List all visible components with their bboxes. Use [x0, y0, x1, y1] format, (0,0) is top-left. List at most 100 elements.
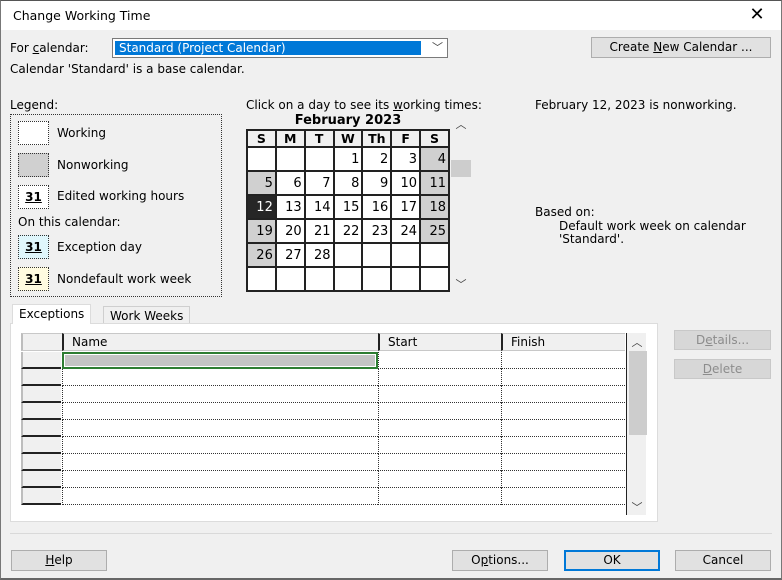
nondefault-week-swatch: 31 — [18, 267, 49, 291]
delete-button[interactable]: Delete — [674, 359, 771, 379]
cell-start[interactable] — [378, 454, 501, 471]
cell-finish[interactable] — [501, 386, 625, 403]
cell-name[interactable] — [62, 352, 378, 369]
close-x-icon[interactable]: ✕ — [745, 4, 769, 25]
calendar-day[interactable]: 12 — [246, 194, 277, 220]
cell-start[interactable] — [378, 352, 501, 369]
based-on-line1: Default work week on calendar — [559, 219, 746, 233]
calendar-day[interactable]: 10 — [390, 170, 422, 196]
details-button[interactable]: Details... — [674, 330, 771, 350]
calendar-day[interactable]: 2 — [361, 146, 393, 172]
cell-start[interactable] — [378, 420, 501, 437]
cell-name[interactable] — [62, 471, 378, 488]
column-header-start[interactable]: Start — [378, 333, 501, 351]
legend-title: Legend: — [10, 98, 59, 112]
cell-start[interactable] — [378, 386, 501, 403]
cell-name[interactable] — [62, 420, 378, 437]
calendar-day[interactable]: 17 — [390, 194, 422, 220]
row-header[interactable] — [21, 454, 61, 471]
calendar-day[interactable]: 26 — [246, 242, 277, 268]
calendar-empty-cell — [303, 146, 335, 172]
calendar-day[interactable]: 15 — [332, 194, 364, 220]
chevron-down-icon[interactable]: ﹀ — [627, 499, 647, 515]
row-header[interactable] — [21, 403, 61, 420]
grid-vertical-scrollbar[interactable]: ︿ ﹀ — [626, 333, 647, 515]
cell-finish[interactable] — [501, 437, 625, 454]
grid-scroll-thumb[interactable] — [629, 351, 647, 435]
cell-finish[interactable] — [501, 369, 625, 386]
cell-name[interactable] — [62, 437, 378, 454]
calendar-day[interactable]: 18 — [419, 194, 450, 220]
chevron-up-icon[interactable]: ︿ — [627, 334, 647, 350]
calendar-day[interactable]: 25 — [419, 218, 450, 244]
calendar-day[interactable]: 28 — [303, 242, 335, 268]
row-header[interactable] — [21, 420, 61, 437]
cell-start[interactable] — [378, 488, 501, 505]
calendar-day[interactable]: 5 — [246, 170, 277, 196]
cell-name[interactable] — [62, 488, 378, 505]
column-header-name[interactable]: Name — [62, 333, 378, 351]
calendar-day[interactable]: 3 — [390, 146, 422, 172]
cell-start[interactable] — [378, 437, 501, 454]
calendar-week-row: 5 6 7 8 9 10 11 — [246, 170, 450, 196]
calendar-day[interactable]: 9 — [361, 170, 393, 196]
cell-start[interactable] — [378, 369, 501, 386]
calendar-day[interactable]: 24 — [390, 218, 422, 244]
month-title: February 2023 — [294, 113, 402, 128]
footer-separator — [10, 533, 772, 534]
tab-exceptions[interactable]: Exceptions — [12, 304, 92, 324]
calendar-scroll-thumb[interactable] — [451, 160, 471, 177]
calendar-day[interactable]: 6 — [274, 170, 306, 196]
calendar-day[interactable]: 8 — [332, 170, 364, 196]
cell-name[interactable] — [62, 403, 378, 420]
calendar-day[interactable]: 16 — [361, 194, 393, 220]
calendar-day[interactable]: 1 — [332, 146, 364, 172]
cell-finish[interactable] — [501, 488, 625, 505]
cell-finish[interactable] — [501, 454, 625, 471]
row-header[interactable] — [21, 488, 61, 505]
cell-name[interactable] — [62, 386, 378, 403]
row-header[interactable] — [21, 352, 61, 369]
help-button[interactable]: Help — [11, 550, 107, 571]
row-header[interactable] — [21, 369, 61, 386]
calendar-day[interactable]: 19 — [246, 218, 277, 244]
calendar-day[interactable]: 11 — [419, 170, 450, 196]
calendar-day[interactable]: 7 — [303, 170, 335, 196]
calendar-day[interactable]: 23 — [361, 218, 393, 244]
calendar-select[interactable]: Standard (Project Calendar) ﹀ — [112, 38, 448, 58]
cell-name[interactable] — [62, 454, 378, 471]
on-this-calendar-label: On this calendar: — [18, 215, 121, 229]
weekday-header-row: S M T W Th F S — [246, 129, 450, 148]
cell-name[interactable] — [62, 369, 378, 386]
row-header[interactable] — [21, 471, 61, 488]
cell-finish[interactable] — [501, 352, 625, 369]
options-button[interactable]: Options... — [452, 550, 548, 571]
based-on-label: Based on: — [535, 205, 595, 219]
calendar-day[interactable]: 14 — [303, 194, 335, 220]
calendar-day[interactable]: 13 — [274, 194, 306, 220]
calendar-day[interactable]: 27 — [274, 242, 306, 268]
chevron-down-icon[interactable]: ﹀ — [453, 276, 469, 292]
calendar-week-row: 12 13 14 15 16 17 18 — [246, 194, 450, 220]
cell-finish[interactable] — [501, 471, 625, 488]
cell-finish[interactable] — [501, 403, 625, 420]
ok-button[interactable]: OK — [564, 550, 660, 571]
cancel-button[interactable]: Cancel — [675, 550, 771, 571]
calendar-day[interactable]: 4 — [419, 146, 450, 172]
create-new-calendar-button[interactable]: Create New Calendar ... — [591, 37, 771, 58]
calendar-day[interactable]: 22 — [332, 218, 364, 244]
cell-start[interactable] — [378, 471, 501, 488]
chevron-down-icon[interactable]: ﹀ — [432, 39, 443, 55]
calendar-day[interactable]: 20 — [274, 218, 306, 244]
row-header[interactable] — [21, 437, 61, 454]
row-header[interactable] — [21, 386, 61, 403]
calendar-day[interactable]: 21 — [303, 218, 335, 244]
weekday-header: S — [419, 129, 450, 148]
calendar-empty-cell — [303, 266, 335, 292]
chevron-up-icon[interactable]: ︿ — [453, 116, 469, 132]
column-header-finish[interactable]: Finish — [501, 333, 625, 351]
accelerator-key: H — [45, 553, 55, 567]
cell-finish[interactable] — [501, 420, 625, 437]
accelerator-key: N — [653, 40, 663, 54]
cell-start[interactable] — [378, 403, 501, 420]
